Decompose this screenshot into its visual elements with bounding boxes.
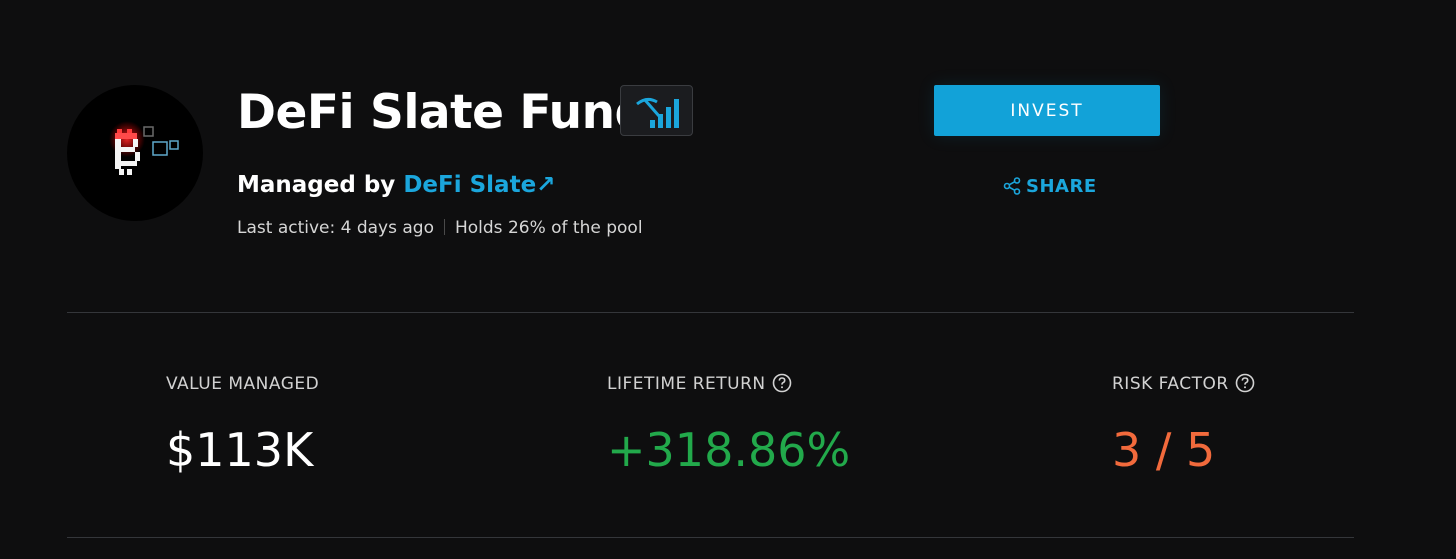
manager-link[interactable]: DeFi Slate↗ [403,172,555,198]
fund-meta: Last active: 4 days ago Holds 26% of the … [237,215,643,241]
invest-button[interactable]: INVEST [934,85,1160,136]
share-icon [1003,177,1021,195]
share-button[interactable]: SHARE [1003,175,1097,199]
section-divider-top [67,312,1354,313]
fund-type-badge[interactable] [620,85,693,136]
risk-factor-value: 3 / 5 [1112,423,1216,477]
bitcoin-logo-icon [109,121,179,175]
manager-name: DeFi Slate [403,172,537,198]
lifetime-return-value: +318.86% [607,423,851,477]
last-active: Last active: 4 days ago [237,218,434,238]
pickaxe-chart-icon [636,97,679,128]
value-managed-value: $113K [166,423,314,477]
fund-avatar [67,85,203,221]
value-managed-label: VALUE MANAGED [166,372,319,396]
managed-by-label: Managed by [237,172,404,198]
help-circle-icon[interactable] [772,373,792,393]
external-link-icon: ↗ [536,172,556,198]
risk-factor-label-text: RISK FACTOR [1112,374,1229,394]
share-label: SHARE [1026,176,1097,197]
meta-divider [443,219,445,235]
pool-share: Holds 26% of the pool [454,218,643,238]
help-circle-icon[interactable] [1235,373,1255,393]
managed-by: Managed by DeFi Slate↗ [237,170,555,200]
fund-title: DeFi Slate Fund [237,85,648,140]
risk-factor-label: RISK FACTOR [1112,372,1255,396]
fund-page: DeFi Slate Fund Managed by DeFi Slate↗ L… [0,0,1456,559]
lifetime-return-label: LIFETIME RETURN [607,372,792,396]
value-managed-label-text: VALUE MANAGED [166,374,320,394]
lifetime-return-label-text: LIFETIME RETURN [607,374,766,394]
section-divider-bottom [67,537,1354,538]
